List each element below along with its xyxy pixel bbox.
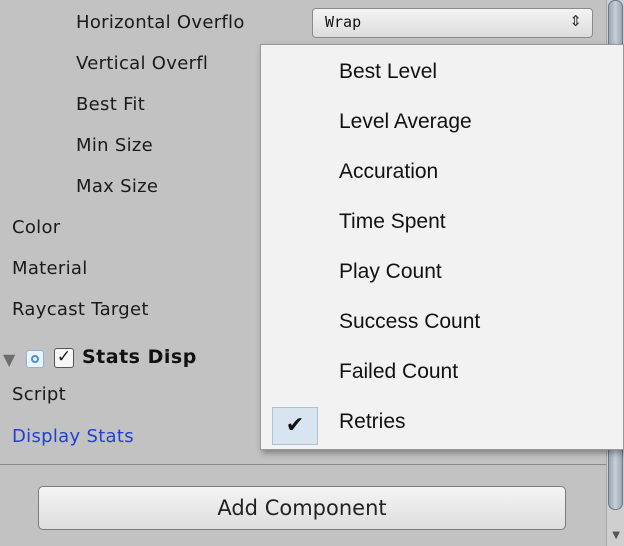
horizontal-overflow-value: Wrap xyxy=(325,13,362,31)
property-label: Color xyxy=(12,217,61,238)
dropdown-menu-item-label: Time Spent xyxy=(339,210,446,233)
dropdown-menu-item[interactable]: Time Spent xyxy=(261,201,623,251)
component-enabled-checkbox[interactable]: ✓ xyxy=(54,348,74,368)
horizontal-overflow-dropdown[interactable]: Wrap ⇕ xyxy=(312,8,593,38)
dropdown-menu-item-label: Success Count xyxy=(339,310,481,333)
script-component-icon xyxy=(26,350,44,368)
foldout-arrow-icon[interactable]: ▼ xyxy=(3,350,15,369)
dropdown-menu-item[interactable]: Failed Count xyxy=(261,351,623,401)
display-stats-dropdown-menu: Best Level Level Average Accuration Time Sp… xyxy=(260,44,624,450)
dropdown-menu-item-label: Play Count xyxy=(339,260,442,283)
script-label: Script xyxy=(12,384,67,405)
property-label: Min Size xyxy=(76,135,154,156)
component-title: Stats Disp xyxy=(82,346,197,368)
dropdown-menu-item[interactable]: Level Average xyxy=(261,101,623,151)
dropdown-menu-item[interactable]: Success Count xyxy=(261,301,623,351)
dropdown-menu-item[interactable]: Play Count xyxy=(261,251,623,301)
add-component-button[interactable]: Add Component xyxy=(38,486,566,530)
property-label: Horizontal Overflo xyxy=(76,12,245,33)
dropdown-menu-item-label: Level Average xyxy=(339,110,472,133)
dropdown-menu-item-label: Failed Count xyxy=(339,360,459,383)
component-divider xyxy=(0,464,606,465)
checkmark-icon: ✔ xyxy=(272,407,318,445)
property-label: Max Size xyxy=(76,176,159,197)
stats-display-component-header[interactable]: ▼ ✓ Stats Disp xyxy=(0,340,260,380)
display-stats-label: Display Stats xyxy=(12,426,134,447)
dropdown-menu-item[interactable]: ✔ Retries xyxy=(261,401,623,451)
property-label: Best Fit xyxy=(76,94,146,115)
dropdown-menu-item-label: Accuration xyxy=(339,160,439,183)
property-label: Vertical Overfl xyxy=(76,53,209,74)
property-label: Raycast Target xyxy=(12,299,149,320)
dropdown-menu-item-label: Retries xyxy=(339,410,406,433)
property-label: Material xyxy=(12,258,88,279)
dropdown-menu-item[interactable]: Best Level xyxy=(261,51,623,101)
dropdown-menu-item[interactable]: Accuration xyxy=(261,151,623,201)
popup-arrows-icon: ⇕ xyxy=(569,12,582,30)
scroll-down-arrow-icon[interactable]: ▼ xyxy=(612,530,620,541)
dropdown-menu-item-label: Best Level xyxy=(339,60,438,83)
